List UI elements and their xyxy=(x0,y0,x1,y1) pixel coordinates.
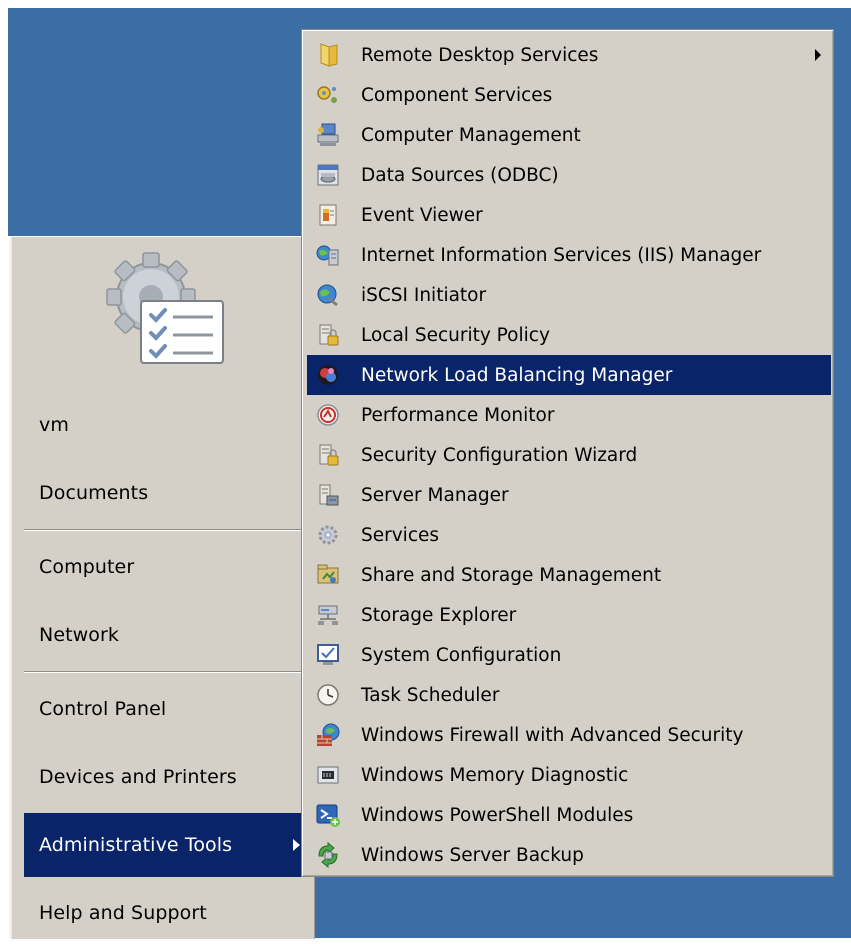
iis-manager-icon xyxy=(316,245,339,266)
powershell-icon xyxy=(316,804,340,827)
menu-item-services[interactable]: Services xyxy=(307,515,831,555)
server-backup-icon xyxy=(318,842,338,868)
submenu-arrow-icon xyxy=(293,839,300,851)
start-menu-right-pane: vm Documents Computer Network Control Pa… xyxy=(8,236,315,939)
firewall-icon xyxy=(317,723,340,746)
start-item-devices-and-printers[interactable]: Devices and Printers xyxy=(24,746,306,808)
task-scheduler-clock-icon xyxy=(317,684,339,706)
menu-item-iscsi-initiator[interactable]: iSCSI Initiator xyxy=(307,275,831,315)
menu-item-label: Windows Server Backup xyxy=(361,844,584,866)
computer-management-icon xyxy=(317,123,339,146)
start-item-documents[interactable]: Documents xyxy=(24,462,306,524)
menu-item-system-configuration[interactable]: System Configuration xyxy=(307,635,831,675)
odbc-data-sources-icon xyxy=(317,164,339,186)
performance-monitor-icon xyxy=(317,404,339,426)
menu-item-event-viewer[interactable]: Event Viewer xyxy=(307,195,831,235)
menu-item-storage-explorer[interactable]: Storage Explorer xyxy=(307,595,831,635)
event-viewer-icon xyxy=(319,204,337,226)
menu-item-label: Event Viewer xyxy=(361,204,483,226)
menu-item-label: Server Manager xyxy=(361,484,509,506)
start-item-network[interactable]: Network xyxy=(24,604,306,666)
start-item-label: Devices and Printers xyxy=(39,766,237,788)
menu-item-performance-monitor[interactable]: Performance Monitor xyxy=(307,395,831,435)
menu-item-label: Windows Firewall with Advanced Security xyxy=(361,724,744,746)
iscsi-initiator-icon xyxy=(317,284,338,307)
menu-item-label: Remote Desktop Services xyxy=(361,44,599,66)
storage-explorer-icon xyxy=(318,605,338,625)
menu-item-label: Component Services xyxy=(361,84,553,106)
menu-item-label: Storage Explorer xyxy=(361,604,517,626)
menu-item-windows-memory-diagnostic[interactable]: Windows Memory Diagnostic xyxy=(307,755,831,795)
start-item-label: Network xyxy=(39,624,120,646)
menu-item-remote-desktop-services[interactable]: Remote Desktop Services xyxy=(307,35,831,75)
pane-edge xyxy=(9,237,12,939)
menu-item-label: Windows Memory Diagnostic xyxy=(361,764,629,786)
menu-item-data-sources-odbc[interactable]: Data Sources (ODBC) xyxy=(307,155,831,195)
start-item-label: Administrative Tools xyxy=(39,834,233,856)
menu-item-label: Windows PowerShell Modules xyxy=(361,804,634,826)
administrative-tools-submenu: Remote Desktop Services Component Servic… xyxy=(301,29,834,877)
start-item-control-panel[interactable]: Control Panel xyxy=(24,678,306,740)
start-item-label: Computer xyxy=(39,556,135,578)
start-item-label: Documents xyxy=(39,482,149,504)
memory-diagnostic-icon xyxy=(317,766,339,784)
menu-item-label: Share and Storage Management xyxy=(361,564,662,586)
menu-item-share-and-storage-management[interactable]: Share and Storage Management xyxy=(307,555,831,595)
menu-item-local-security-policy[interactable]: Local Security Policy xyxy=(307,315,831,355)
menu-item-label: System Configuration xyxy=(361,644,562,666)
services-gear-icon xyxy=(318,525,338,545)
start-menu-separator xyxy=(24,529,306,531)
menu-item-label: Network Load Balancing Manager xyxy=(361,364,673,386)
submenu-arrow-icon xyxy=(815,49,821,61)
component-services-icon xyxy=(317,86,337,103)
folder-icon xyxy=(320,43,338,67)
menu-item-windows-firewall[interactable]: Windows Firewall with Advanced Security xyxy=(307,715,831,755)
server-manager-icon xyxy=(319,484,339,506)
network-load-balancing-icon xyxy=(318,365,338,385)
menu-item-label: Data Sources (ODBC) xyxy=(361,164,559,186)
start-item-label: Help and Support xyxy=(39,902,207,924)
start-item-help-and-support[interactable]: Help and Support xyxy=(24,882,306,944)
start-item-label: vm xyxy=(39,414,69,436)
menu-item-label: Task Scheduler xyxy=(361,684,500,706)
security-configuration-wizard-icon xyxy=(319,444,339,466)
start-item-label: Control Panel xyxy=(39,698,167,720)
share-storage-management-icon xyxy=(317,564,339,584)
menu-item-label: Internet Information Services (IIS) Mana… xyxy=(361,244,762,266)
system-configuration-icon xyxy=(317,644,339,665)
menu-item-label: iSCSI Initiator xyxy=(361,284,487,306)
administrative-tools-icon xyxy=(106,252,224,364)
menu-item-network-load-balancing-manager[interactable]: Network Load Balancing Manager xyxy=(307,355,831,395)
menu-item-windows-server-backup[interactable]: Windows Server Backup xyxy=(307,835,831,875)
menu-item-component-services[interactable]: Component Services xyxy=(307,75,831,115)
menu-item-server-manager[interactable]: Server Manager xyxy=(307,475,831,515)
menu-item-label: Computer Management xyxy=(361,124,581,146)
menu-item-computer-management[interactable]: Computer Management xyxy=(307,115,831,155)
menu-item-windows-powershell-modules[interactable]: Windows PowerShell Modules xyxy=(307,795,831,835)
menu-item-label: Services xyxy=(361,524,440,546)
start-item-administrative-tools[interactable]: Administrative Tools xyxy=(24,813,306,877)
menu-item-task-scheduler[interactable]: Task Scheduler xyxy=(307,675,831,715)
menu-item-label: Performance Monitor xyxy=(361,404,555,426)
menu-item-iis-manager[interactable]: Internet Information Services (IIS) Mana… xyxy=(307,235,831,275)
local-security-policy-icon xyxy=(319,324,339,346)
start-menu-separator xyxy=(24,671,306,673)
start-item-vm[interactable]: vm xyxy=(24,394,306,456)
menu-item-label: Local Security Policy xyxy=(361,324,550,346)
menu-item-label: Security Configuration Wizard xyxy=(361,444,638,466)
start-item-computer[interactable]: Computer xyxy=(24,536,306,598)
menu-item-security-configuration-wizard[interactable]: Security Configuration Wizard xyxy=(307,435,831,475)
